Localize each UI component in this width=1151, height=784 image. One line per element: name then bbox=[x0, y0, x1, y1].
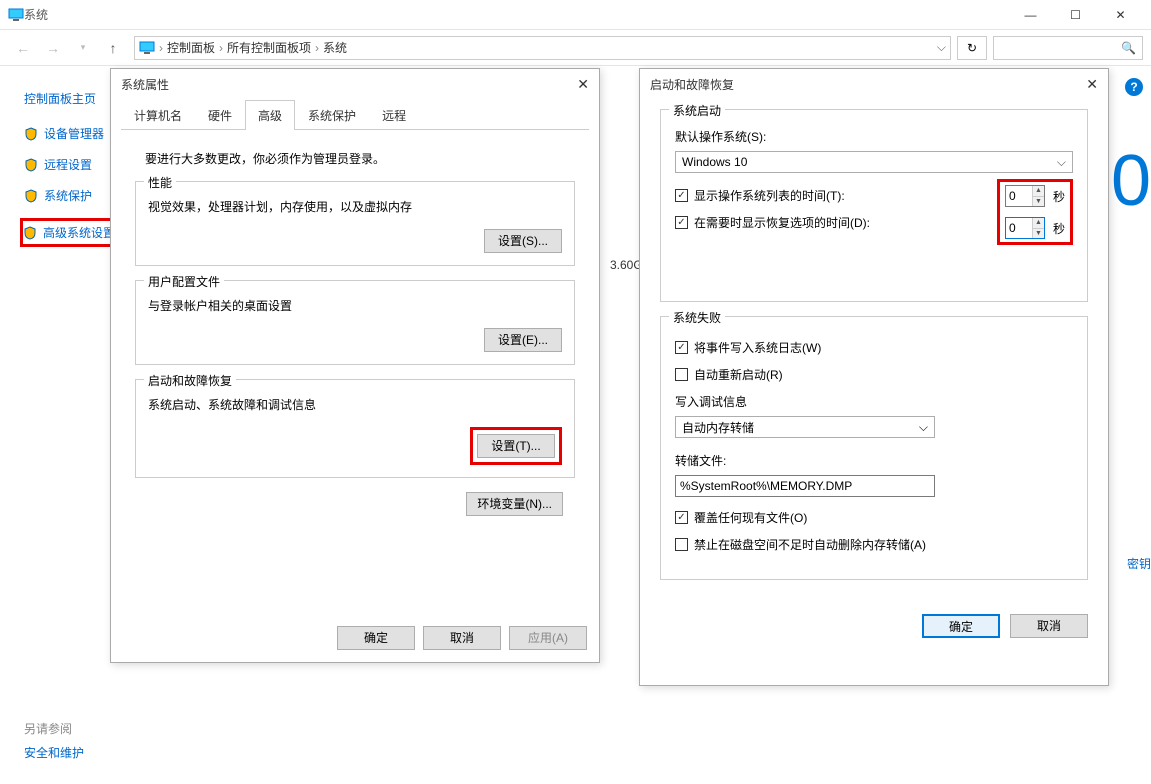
up-button[interactable]: ↑ bbox=[98, 40, 128, 56]
perf-settings-button[interactable]: 设置(S)... bbox=[484, 229, 562, 253]
highlight-spinners: ▲▼ 秒 ▲▼ 秒 bbox=[997, 179, 1073, 245]
chevron-down-icon[interactable]: ⌵ bbox=[937, 40, 946, 55]
help-icon[interactable]: ? bbox=[1125, 78, 1143, 96]
profile-settings-button[interactable]: 设置(E)... bbox=[484, 328, 562, 352]
env-vars-button[interactable]: 环境变量(N)... bbox=[466, 492, 563, 516]
dialog-titlebar: 启动和故障恢复 ✕ bbox=[640, 69, 1108, 99]
window-titlebar: 系统 — ☐ ✕ bbox=[0, 0, 1151, 30]
startup-group: 启动和故障恢复 系统启动、系统故障和调试信息 设置(T)... bbox=[135, 379, 575, 478]
tab-protection[interactable]: 系统保护 bbox=[295, 100, 369, 130]
tab-hardware[interactable]: 硬件 bbox=[195, 100, 245, 130]
search-input[interactable]: 🔍 bbox=[993, 36, 1143, 60]
system-icon bbox=[8, 8, 24, 22]
dump-type-select[interactable]: 自动内存转储 ⌵ bbox=[675, 416, 935, 438]
startup-settings-button[interactable]: 设置(T)... bbox=[477, 434, 555, 458]
close-icon[interactable]: ✕ bbox=[577, 76, 589, 93]
apply-button[interactable]: 应用(A) bbox=[509, 626, 587, 650]
default-os-select[interactable]: Windows 10 ⌵ bbox=[675, 151, 1073, 173]
shield-icon bbox=[23, 226, 37, 240]
minimize-button[interactable]: — bbox=[1008, 0, 1053, 30]
system-boot-group: 系统启动 默认操作系统(S): Windows 10 ⌵ ▲▼ 秒 ▲▼ bbox=[660, 109, 1088, 302]
fragment-number: 0 bbox=[1111, 140, 1151, 222]
tab-advanced[interactable]: 高级 bbox=[245, 100, 295, 130]
tabs: 计算机名 硬件 高级 系统保护 远程 bbox=[121, 99, 589, 130]
system-icon bbox=[139, 41, 155, 55]
spin-down-icon[interactable]: ▼ bbox=[1033, 229, 1044, 239]
startup-recovery-dialog: 启动和故障恢复 ✕ 系统启动 默认操作系统(S): Windows 10 ⌵ ▲… bbox=[639, 68, 1109, 686]
breadcrumb[interactable]: › 控制面板 › 所有控制面板项 › 系统 ⌵ bbox=[134, 36, 951, 60]
recent-dropdown[interactable]: ▾ bbox=[68, 42, 98, 53]
close-icon[interactable]: ✕ bbox=[1086, 76, 1098, 93]
dialog-titlebar: 系统属性 ✕ bbox=[111, 69, 599, 99]
system-properties-dialog: 系统属性 ✕ 计算机名 硬件 高级 系统保护 远程 要进行大多数更改，你必须作为… bbox=[110, 68, 600, 663]
auto-restart-checkbox[interactable] bbox=[675, 368, 688, 381]
security-link[interactable]: 安全和维护 bbox=[24, 744, 84, 761]
highlight-startup-btn: 设置(T)... bbox=[470, 427, 562, 465]
cancel-button[interactable]: 取消 bbox=[1010, 614, 1088, 638]
refresh-button[interactable]: ↻ bbox=[957, 36, 987, 60]
tab-computer-name[interactable]: 计算机名 bbox=[121, 100, 195, 130]
system-failure-group: 系统失败 ✓ 将事件写入系统日志(W) 自动重新启动(R) 写入调试信息 自动内… bbox=[660, 316, 1088, 580]
spin-down-icon[interactable]: ▼ bbox=[1033, 197, 1044, 207]
no-delete-checkbox[interactable] bbox=[675, 538, 688, 551]
dump-file-input[interactable] bbox=[675, 475, 935, 497]
overwrite-checkbox[interactable]: ✓ bbox=[675, 511, 688, 524]
os-list-time-spinner[interactable]: ▲▼ bbox=[1005, 185, 1045, 207]
spin-up-icon[interactable]: ▲ bbox=[1033, 218, 1044, 229]
write-log-checkbox[interactable]: ✓ bbox=[675, 341, 688, 354]
show-os-list-checkbox[interactable]: ✓ bbox=[675, 189, 688, 202]
recovery-time-spinner[interactable]: ▲▼ bbox=[1005, 217, 1045, 239]
back-button[interactable]: ← bbox=[8, 40, 38, 56]
see-also-label: 另请参阅 bbox=[24, 720, 72, 737]
window-title: 系统 bbox=[24, 6, 48, 23]
maximize-button[interactable]: ☐ bbox=[1053, 0, 1098, 30]
show-recovery-checkbox[interactable]: ✓ bbox=[675, 216, 688, 229]
spin-up-icon[interactable]: ▲ bbox=[1033, 186, 1044, 197]
ok-button[interactable]: 确定 bbox=[337, 626, 415, 650]
navigation-bar: ← → ▾ ↑ › 控制面板 › 所有控制面板项 › 系统 ⌵ ↻ 🔍 bbox=[0, 30, 1151, 66]
cancel-button[interactable]: 取消 bbox=[423, 626, 501, 650]
ok-button[interactable]: 确定 bbox=[922, 614, 1000, 638]
performance-group: 性能 视觉效果，处理器计划，内存使用，以及虚拟内存 设置(S)... bbox=[135, 181, 575, 266]
forward-button[interactable]: → bbox=[38, 40, 68, 56]
chevron-down-icon: ⌵ bbox=[1057, 155, 1066, 170]
fragment-key[interactable]: 密钥 bbox=[1127, 555, 1151, 572]
shield-icon bbox=[24, 189, 38, 203]
close-button[interactable]: ✕ bbox=[1098, 0, 1143, 30]
tab-remote[interactable]: 远程 bbox=[369, 100, 419, 130]
chevron-down-icon: ⌵ bbox=[919, 420, 928, 435]
admin-note: 要进行大多数更改，你必须作为管理员登录。 bbox=[145, 150, 575, 167]
profile-group: 用户配置文件 与登录帐户相关的桌面设置 设置(E)... bbox=[135, 280, 575, 365]
shield-icon bbox=[24, 127, 38, 141]
shield-icon bbox=[24, 158, 38, 172]
